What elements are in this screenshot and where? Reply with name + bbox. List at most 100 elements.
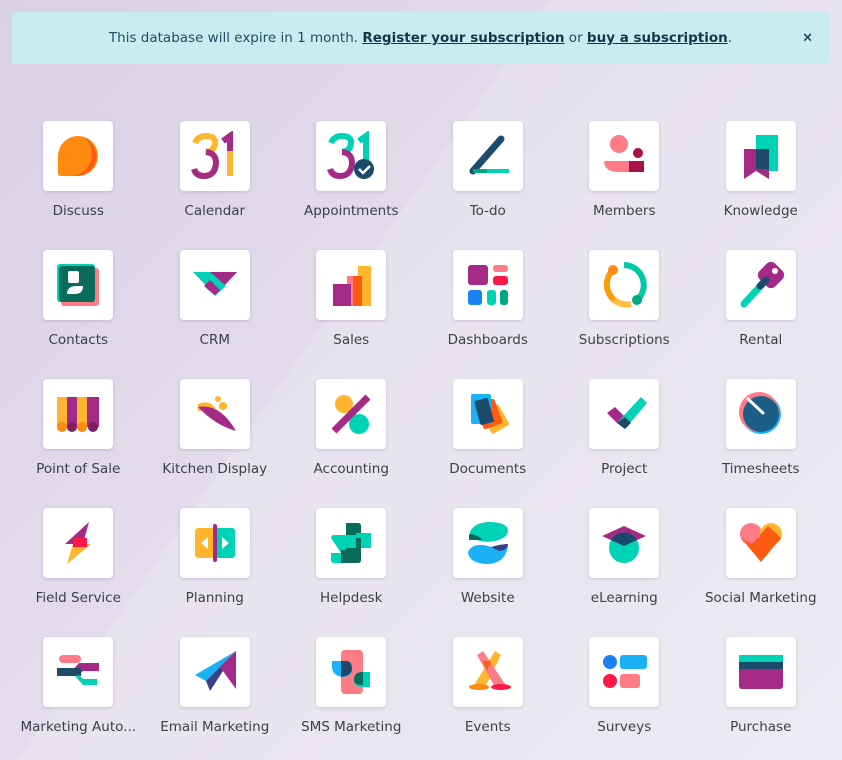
app-label: Events bbox=[464, 719, 511, 735]
buy-subscription-link[interactable]: buy a subscription bbox=[587, 30, 728, 46]
elearning-icon bbox=[602, 526, 647, 563]
app-crm[interactable]: CRM bbox=[147, 250, 284, 379]
app-tile[interactable] bbox=[316, 508, 387, 578]
app-planning[interactable]: Planning bbox=[147, 508, 284, 637]
point-of-sale-icon bbox=[57, 397, 100, 432]
app-elearning[interactable]: eLearning bbox=[556, 508, 693, 637]
app-label: Timesheets bbox=[721, 461, 800, 477]
banner-text-or: or bbox=[564, 30, 587, 46]
app-calendar[interactable]: Calendar bbox=[147, 121, 284, 250]
app-label: Knowledge bbox=[723, 203, 798, 219]
app-tile[interactable] bbox=[316, 379, 387, 449]
banner-message: This database will expire in 1 month. Re… bbox=[109, 30, 732, 46]
kitchen-display-icon bbox=[197, 396, 236, 431]
app-website[interactable]: Website bbox=[420, 508, 557, 637]
app-knowledge[interactable]: Knowledge bbox=[693, 121, 830, 250]
app-documents[interactable]: Documents bbox=[420, 379, 557, 508]
app-tile[interactable] bbox=[589, 379, 660, 449]
project-icon bbox=[607, 397, 648, 429]
app-label: Marketing Auto... bbox=[20, 719, 137, 735]
app-tile[interactable] bbox=[43, 508, 114, 578]
banner-text: This database will expire in 1 month. bbox=[108, 30, 363, 46]
surveys-icon bbox=[603, 655, 648, 688]
expiration-banner: This database will expire in 1 month. Re… bbox=[12, 12, 829, 64]
app-sales[interactable]: Sales bbox=[283, 250, 420, 379]
sms-marketing-icon bbox=[332, 650, 371, 694]
app-todo[interactable]: To-do bbox=[420, 121, 557, 250]
app-label: Appointments bbox=[303, 203, 399, 219]
app-label: Subscriptions bbox=[578, 332, 670, 348]
app-tile[interactable] bbox=[725, 637, 796, 707]
app-social-marketing[interactable]: Social Marketing bbox=[693, 508, 830, 637]
app-tile[interactable] bbox=[589, 250, 660, 320]
app-timesheets[interactable]: Timesheets bbox=[693, 379, 830, 508]
app-tile[interactable] bbox=[725, 250, 796, 320]
app-tile[interactable] bbox=[316, 637, 387, 707]
members-icon bbox=[604, 135, 645, 172]
app-point-of-sale[interactable]: Point of Sale bbox=[10, 379, 147, 508]
app-dashboards[interactable]: Dashboards bbox=[420, 250, 557, 379]
app-label: Discuss bbox=[52, 203, 104, 219]
app-label: Point of Sale bbox=[36, 461, 121, 477]
app-subscriptions[interactable]: Subscriptions bbox=[556, 250, 693, 379]
app-sms-marketing[interactable]: SMS Marketing bbox=[283, 637, 420, 760]
app-label: Project bbox=[601, 461, 648, 477]
app-tile[interactable] bbox=[725, 508, 796, 578]
app-label: To-do bbox=[469, 203, 506, 219]
app-field-service[interactable]: Field Service bbox=[10, 508, 147, 637]
app-tile[interactable] bbox=[179, 637, 250, 707]
app-tile[interactable] bbox=[589, 637, 660, 707]
app-tile[interactable] bbox=[316, 121, 387, 191]
app-label: Dashboards bbox=[447, 332, 528, 348]
app-tile[interactable] bbox=[43, 121, 114, 191]
app-tile[interactable] bbox=[316, 250, 387, 320]
app-members[interactable]: Members bbox=[556, 121, 693, 250]
app-accounting[interactable]: Accounting bbox=[283, 379, 420, 508]
app-events[interactable]: Events bbox=[420, 637, 557, 760]
app-surveys[interactable]: Surveys bbox=[556, 637, 693, 760]
app-tile[interactable] bbox=[179, 379, 250, 449]
app-project[interactable]: Project bbox=[556, 379, 693, 508]
app-tile[interactable] bbox=[589, 508, 660, 578]
app-tile[interactable] bbox=[725, 121, 796, 191]
app-tile[interactable] bbox=[179, 508, 250, 578]
app-purchase[interactable]: Purchase bbox=[693, 637, 830, 760]
app-tile[interactable] bbox=[452, 379, 523, 449]
app-tile[interactable] bbox=[179, 121, 250, 191]
app-marketing-automation[interactable]: Marketing Auto... bbox=[10, 637, 147, 760]
app-tile[interactable] bbox=[43, 250, 114, 320]
register-subscription-link[interactable]: Register your subscription bbox=[362, 30, 564, 46]
banner-text-end: . bbox=[727, 30, 733, 46]
close-banner-button[interactable]: × bbox=[802, 31, 813, 46]
app-tile[interactable] bbox=[179, 250, 250, 320]
social-marketing-icon bbox=[739, 523, 782, 562]
app-kitchen-display[interactable]: Kitchen Display bbox=[147, 379, 284, 508]
app-label: Members bbox=[592, 203, 656, 219]
app-tile[interactable] bbox=[452, 508, 523, 578]
app-tile[interactable] bbox=[725, 379, 796, 449]
crm-icon bbox=[192, 272, 237, 296]
app-rental[interactable]: Rental bbox=[693, 250, 830, 379]
dashboards-icon bbox=[467, 265, 508, 305]
app-contacts[interactable]: Contacts bbox=[10, 250, 147, 379]
email-marketing-icon bbox=[194, 651, 236, 691]
app-tile[interactable] bbox=[452, 637, 523, 707]
app-label: Surveys bbox=[597, 719, 652, 735]
helpdesk-icon bbox=[331, 523, 372, 563]
timesheets-icon bbox=[738, 392, 781, 434]
accounting-icon bbox=[331, 394, 371, 434]
app-tile[interactable] bbox=[589, 121, 660, 191]
app-tile[interactable] bbox=[43, 379, 114, 449]
planning-icon bbox=[194, 524, 235, 562]
todo-icon bbox=[469, 135, 509, 175]
app-label: Helpdesk bbox=[319, 590, 383, 606]
app-tile[interactable] bbox=[452, 121, 523, 191]
app-helpdesk[interactable]: Helpdesk bbox=[283, 508, 420, 637]
purchase-icon bbox=[738, 655, 783, 689]
app-email-marketing[interactable]: Email Marketing bbox=[147, 637, 284, 760]
app-discuss[interactable]: Discuss bbox=[10, 121, 147, 250]
app-tile[interactable] bbox=[452, 250, 523, 320]
app-tile[interactable] bbox=[43, 637, 114, 707]
app-appointments[interactable]: Appointments bbox=[283, 121, 420, 250]
app-label: Email Marketing bbox=[160, 719, 270, 735]
